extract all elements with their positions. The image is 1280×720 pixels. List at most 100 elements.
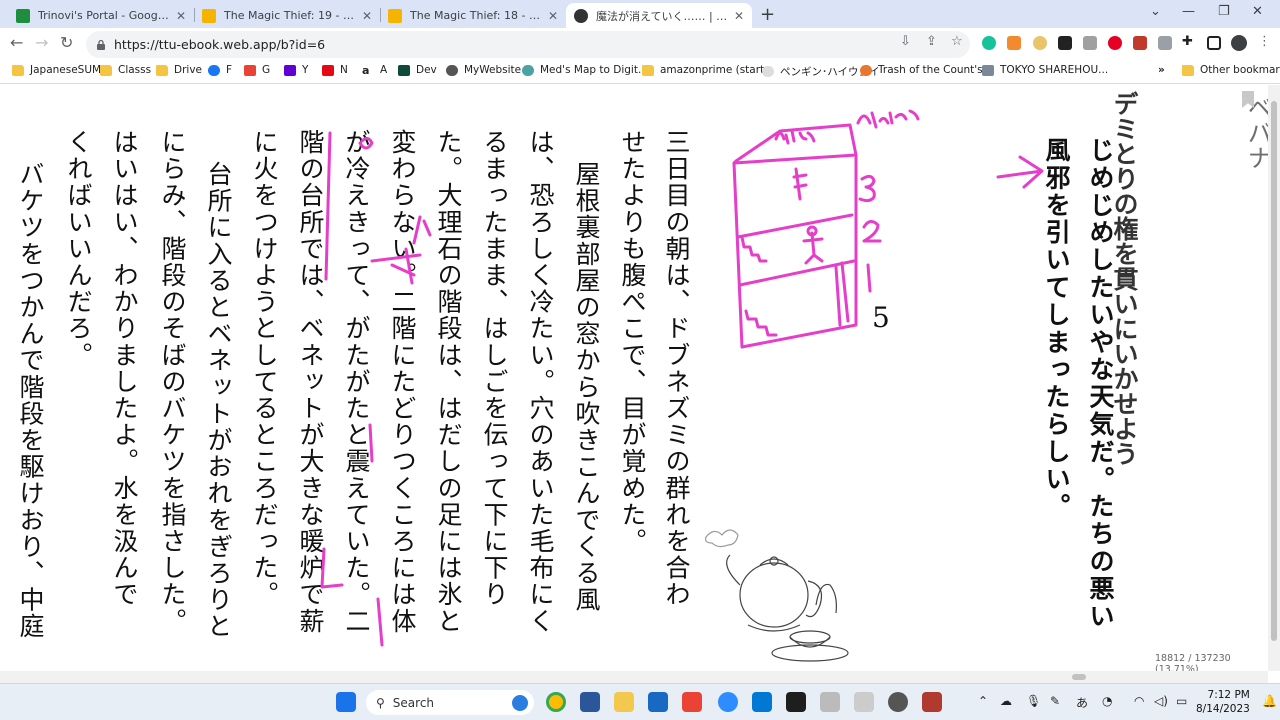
bookmark-dev[interactable]: Dev (398, 64, 437, 76)
side-panel-icon[interactable] (1207, 36, 1221, 50)
system-clock[interactable]: 7:12 PM 8/14/2023 (1196, 688, 1250, 716)
restore-icon[interactable]: ❐ (1218, 4, 1230, 19)
bookmark-gmail[interactable]: G (244, 64, 270, 76)
bookmark-meds-map[interactable]: Med's Map to Digit... (522, 64, 648, 76)
app-icon[interactable] (682, 692, 702, 712)
word-icon[interactable] (580, 692, 600, 712)
folder-icon (642, 64, 654, 76)
horizontal-scrollbar[interactable] (0, 671, 1268, 683)
bookmark-drive[interactable]: Drive (156, 64, 202, 76)
gmail-icon (244, 64, 256, 76)
browser-toolbar: ← → ↻ https://ttu-ebook.web.app/b?id=6 ⇩… (0, 28, 1280, 60)
close-icon[interactable]: ✕ (548, 9, 558, 23)
pen-icon[interactable]: ✎ (1050, 694, 1060, 708)
basketball-icon (860, 64, 872, 76)
zoom-icon[interactable] (718, 692, 738, 712)
app-icon[interactable] (888, 692, 908, 712)
scrollbar-thumb[interactable] (1072, 674, 1086, 680)
bookmark-trash-of-the-count[interactable]: Trash of the Count's... (860, 64, 993, 76)
dev-icon (398, 64, 410, 76)
close-icon[interactable]: ✕ (734, 9, 744, 23)
bookmark-star-icon[interactable]: ☆ (951, 34, 963, 49)
install-app-icon[interactable]: ⇩ (900, 34, 911, 49)
scrollbar-thumb[interactable] (1271, 101, 1277, 641)
ebook-reader[interactable]: デミとりの権を貫いにいかせよう ベバナ じめじめしたいやな天気だ。たちの悪い 風… (0, 85, 1268, 671)
ime-mode-icon[interactable]: ◔ (1102, 694, 1112, 708)
bookmark-classs[interactable]: Classs (100, 64, 151, 76)
share-icon[interactable]: ⇪ (926, 34, 937, 49)
bracket-annotation (320, 547, 344, 589)
notifications-icon[interactable]: 🔔 (1262, 694, 1277, 708)
extension-icon[interactable] (1058, 36, 1072, 50)
menu-icon[interactable]: ⋮ (1258, 34, 1271, 49)
store-icon[interactable] (648, 692, 668, 712)
onedrive-icon[interactable]: ☁ (1000, 694, 1012, 708)
app-icon[interactable] (854, 692, 874, 712)
ladder-sketch (792, 167, 808, 201)
app-icon[interactable] (820, 692, 840, 712)
windows-taskbar: ⚲ Search ⌃ ☁ 🎙 ✎ あ ◔ ◠ ◁) ▭ 7:12 PM 8/14… (0, 683, 1280, 720)
tab-search-icon[interactable]: ⌄ (1150, 4, 1161, 19)
close-icon[interactable]: ✕ (176, 9, 186, 23)
ime-indicator[interactable]: あ (1076, 694, 1088, 711)
forward-icon[interactable]: → (35, 33, 48, 52)
microphone-icon[interactable]: 🎙 (1026, 694, 1041, 708)
app-icon[interactable] (922, 692, 942, 712)
taskbar-search[interactable]: ⚲ Search (366, 690, 534, 715)
bookmark-tokyo-sharehouse[interactable]: TOKYO SHAREHOU... (982, 64, 1108, 76)
website-icon (446, 64, 458, 76)
bookmark-facebook[interactable]: F (208, 64, 232, 76)
bookmark-other-bookmarks[interactable]: Other bookmarks (1182, 64, 1280, 76)
tab-ttu-ebook[interactable]: 魔法が消えていく…… | ッツ Ebook Re ✕ (566, 3, 752, 28)
tab-magic-thief-18[interactable]: The Magic Thief: 18 - Google Slid ✕ (380, 3, 566, 28)
map-icon (522, 64, 534, 76)
settings-app-icon[interactable] (752, 692, 772, 712)
vertical-scrollbar[interactable] (1268, 85, 1280, 671)
extension-icon[interactable] (1083, 36, 1097, 50)
folder-icon (12, 64, 24, 76)
bookmark-japanesesum[interactable]: JapaneseSUM (12, 64, 101, 76)
tab-strip: Trinovi's Portal - Google Sheets ✕ The M… (0, 0, 1280, 28)
handwriting-2 (862, 220, 882, 243)
grammarly-icon[interactable] (982, 36, 996, 50)
close-icon[interactable]: ✕ (362, 9, 372, 23)
handwriting-3 (858, 174, 876, 203)
house-icon (982, 64, 994, 76)
underline-annotation (368, 423, 374, 463)
volume-icon[interactable]: ◁) (1154, 694, 1168, 708)
bookmark-amazonprime[interactable]: amazonprime (start... (642, 64, 774, 76)
bookmark-yahoo[interactable]: Y (284, 64, 308, 76)
new-tab-button[interactable]: + (760, 4, 775, 25)
pinterest-icon[interactable] (1108, 36, 1122, 50)
ublock-icon[interactable] (1133, 36, 1147, 50)
slides-icon (388, 8, 402, 23)
folder-icon (100, 64, 112, 76)
extension-icon[interactable] (1033, 36, 1047, 50)
tab-trinovis-portal[interactable]: Trinovi's Portal - Google Sheets ✕ (8, 3, 194, 28)
tab-magic-thief-19[interactable]: The Magic Thief: 19 - Google Slid ✕ (194, 3, 380, 28)
chevron-up-icon[interactable]: ⌃ (978, 694, 988, 708)
bookmark-amazon[interactable]: aA (362, 64, 387, 76)
terminal-icon[interactable] (786, 692, 806, 712)
battery-icon[interactable]: ▭ (1176, 694, 1187, 708)
window-close-icon[interactable]: ✕ (1252, 4, 1263, 19)
extension-icon[interactable] (1007, 36, 1021, 50)
file-explorer-icon[interactable] (614, 692, 634, 712)
wifi-icon[interactable]: ◠ (1134, 694, 1144, 708)
attic-roof-sketch (732, 123, 858, 165)
avatar[interactable] (1231, 35, 1247, 51)
bookmark-netflix[interactable]: N (322, 64, 348, 76)
bookmarks-overflow-button[interactable]: » (1158, 64, 1165, 76)
reload-icon[interactable]: ↻ (60, 33, 73, 52)
minimize-icon[interactable]: — (1182, 4, 1195, 19)
bookmark-mywebsite[interactable]: MyWebsite (446, 64, 521, 76)
extensions-puzzle-icon[interactable]: ✚ (1182, 34, 1193, 49)
extension-icon[interactable] (1158, 36, 1172, 50)
chrome-icon[interactable] (546, 692, 566, 712)
yahoo-icon (284, 64, 296, 76)
underline-annotation (376, 597, 384, 647)
windows-start-icon[interactable] (336, 692, 356, 712)
address-bar[interactable]: https://ttu-ebook.web.app/b?id=6 (86, 31, 970, 58)
bing-icon (512, 694, 528, 711)
back-icon[interactable]: ← (10, 33, 23, 52)
